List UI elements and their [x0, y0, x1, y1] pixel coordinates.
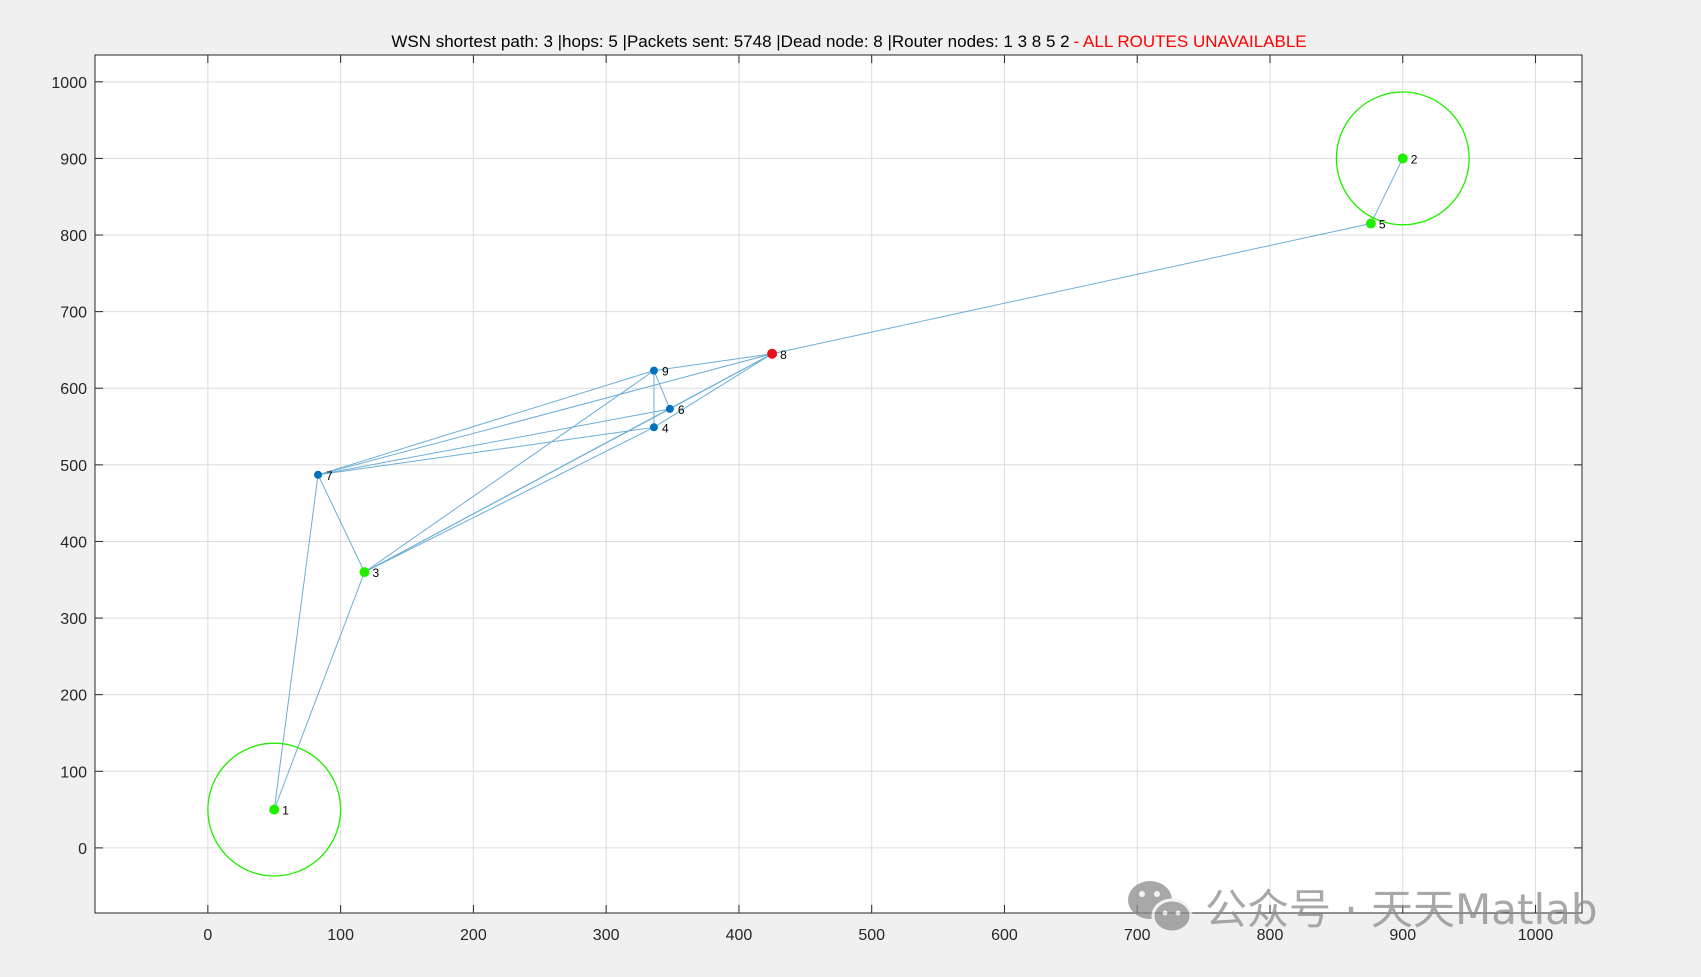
chart-title: WSN shortest path: 3 |hops: 5 |Packets s… [391, 32, 1306, 51]
node-label-3: 3 [373, 566, 380, 580]
y-tick-label: 300 [60, 611, 87, 628]
y-tick-label: 700 [60, 305, 87, 322]
watermark-text: 公众号 · 天天Matlab [1205, 885, 1598, 934]
x-tick-label: 100 [327, 927, 354, 944]
y-tick-label: 100 [60, 764, 87, 781]
y-tick-label: 900 [60, 151, 87, 168]
y-tick-label: 0 [78, 841, 87, 858]
title-main: WSN shortest path: 3 |hops: 5 |Packets s… [391, 32, 1069, 51]
node-5 [1365, 218, 1376, 229]
node-label-2: 2 [1411, 152, 1418, 166]
node-label-5: 5 [1379, 218, 1386, 232]
x-tick-label: 0 [203, 927, 212, 944]
node-label-1: 1 [282, 804, 289, 818]
x-tick-label: 400 [726, 927, 753, 944]
plot-area [95, 55, 1582, 913]
title-status: - ALL ROUTES UNAVAILABLE [1074, 32, 1307, 51]
node-label-7: 7 [326, 469, 333, 483]
node-8 [767, 348, 778, 359]
y-tick-label: 500 [60, 458, 87, 475]
node-label-6: 6 [678, 403, 685, 417]
y-tick-label: 800 [60, 228, 87, 245]
y-tick-label: 400 [60, 534, 87, 551]
node-label-9: 9 [662, 365, 669, 379]
x-tick-label: 500 [858, 927, 885, 944]
node-9 [649, 366, 658, 375]
node-label-4: 4 [662, 421, 669, 435]
node-1 [269, 804, 280, 815]
x-tick-label: 700 [1124, 927, 1151, 944]
y-tick-label: 200 [60, 688, 87, 705]
node-4 [649, 423, 658, 432]
node-label-8: 8 [780, 348, 787, 362]
node-2 [1397, 153, 1408, 164]
x-tick-label: 600 [991, 927, 1018, 944]
node-3 [359, 567, 370, 578]
figure: WSN shortest path: 3 |hops: 5 |Packets s… [51, 32, 1598, 944]
y-tick-label: 1000 [51, 75, 87, 92]
node-7 [314, 470, 323, 479]
y-tick-label: 600 [60, 381, 87, 398]
x-tick-label: 300 [593, 927, 620, 944]
x-tick-label: 200 [460, 927, 487, 944]
node-6 [665, 404, 674, 413]
